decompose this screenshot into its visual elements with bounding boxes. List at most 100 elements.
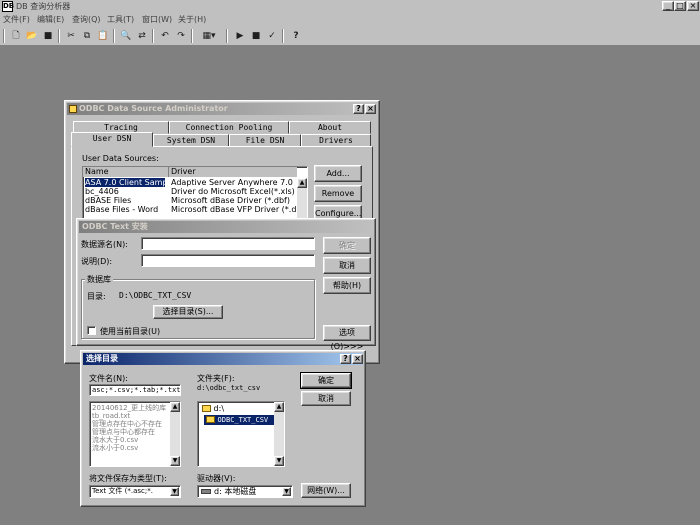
data-sources-list[interactable]: Name Driver ASA 7.0 Client Sample Adapti… (82, 166, 308, 221)
folder-name: d:\ (213, 404, 225, 413)
file-list-scrollbar[interactable]: ▲ ▼ (170, 402, 180, 466)
column-header-driver[interactable]: Driver (169, 167, 297, 177)
choose-dir-titlebar: 选择目录 (83, 353, 363, 365)
network-button[interactable]: 网络(W)... (301, 483, 351, 498)
save-icon[interactable]: ■ (41, 29, 55, 43)
close-button[interactable]: × (687, 1, 699, 11)
dsn-label: 数据源名(N): (81, 240, 128, 249)
close-button[interactable]: × (365, 104, 376, 114)
app-title: DB 查询分析器 (16, 2, 71, 11)
row-name: bc_4406 (85, 187, 119, 196)
undo-icon[interactable]: ↶ (158, 29, 172, 43)
row-driver: Adaptive Server Anywhere 7.0 (171, 178, 293, 187)
menu-file[interactable]: 文件(F) (3, 14, 30, 25)
new-document-icon[interactable]: 🗋 (9, 29, 23, 43)
list-item: 流水小于0.csv (92, 444, 139, 452)
folder-label: 文件夹(F): (197, 374, 235, 383)
list-item[interactable]: dBase Files - Word Microsoft dBase VFP D… (83, 205, 307, 214)
filename-input[interactable]: asc;*.csv;*.tab;*.txt (89, 384, 181, 396)
app-titlebar: DB DB 查询分析器 _ □ × (0, 0, 700, 13)
filetype-label: 将文件保存为类型(T): (89, 474, 167, 483)
scroll-up-icon[interactable]: ▲ (170, 402, 180, 412)
filetype-select[interactable]: Text 文件 (*.asc;*. (89, 485, 181, 498)
toolbar-separator (191, 29, 193, 43)
list-item[interactable]: ODBC_TXT_CSV (204, 415, 282, 425)
cancel-button[interactable]: 取消 (323, 257, 371, 274)
redo-icon[interactable]: ↷ (174, 29, 188, 43)
scroll-down-icon[interactable]: ▼ (274, 456, 284, 466)
paste-icon[interactable]: 📋 (96, 29, 110, 43)
menu-edit[interactable]: 编辑(E) (37, 14, 64, 25)
chevron-down-icon[interactable]: ▼ (170, 487, 179, 496)
row-name: dBASE Files (85, 196, 132, 205)
list-item[interactable]: bc_4406 Driver do Microsoft Excel(*.xls) (83, 187, 297, 196)
select-directory-button[interactable]: 选择目录(S)... (153, 305, 223, 319)
parse-icon[interactable]: ✓ (265, 29, 279, 43)
scroll-down-icon[interactable]: ▼ (170, 456, 180, 466)
help-icon[interactable]: ? (289, 29, 303, 43)
drive-select[interactable]: d: 本地磁盘 (197, 485, 293, 498)
folder-list[interactable]: d:\ ODBC_TXT_CSV ▲ ▼ (197, 401, 285, 467)
use-current-dir-checkbox[interactable] (87, 326, 96, 335)
row-driver: Microsoft dBase VFP Driver (*.dbf) (171, 205, 308, 214)
options-button[interactable]: 选项(O)>>> (323, 325, 371, 351)
choose-directory-dialog: 选择目录 ? × 文件名(N): asc;*.csv;*.tab;*.txt 2… (80, 350, 366, 507)
menu-tools[interactable]: 工具(T) (107, 14, 134, 25)
directory-label: 目录: (87, 292, 106, 301)
menu-query[interactable]: 查询(Q) (72, 14, 101, 25)
help-button[interactable]: ? (340, 354, 351, 364)
ok-button[interactable]: 确定 (300, 372, 352, 389)
open-folder-icon (202, 405, 211, 412)
app-icon: DB (2, 1, 15, 12)
minimize-button[interactable]: _ (662, 1, 674, 11)
menu-bar: 文件(F) 编辑(E) 查询(Q) 工具(T) 窗口(W) 关于(H) (0, 13, 700, 26)
list-item[interactable]: ASA 7.0 Client Sample Adaptive Server An… (83, 178, 297, 187)
ok-button[interactable]: 确定 (323, 237, 371, 254)
stop-icon[interactable]: ■ (249, 29, 263, 43)
dsn-input[interactable] (141, 237, 315, 250)
replace-icon[interactable]: ⇄ (135, 29, 149, 43)
toolbar-separator (282, 29, 284, 43)
tab-user-dsn[interactable]: User DSN (71, 132, 153, 147)
description-input[interactable] (141, 254, 315, 267)
maximize-button[interactable]: □ (674, 1, 686, 11)
remove-button[interactable]: Remove (314, 185, 362, 202)
user-data-sources-label: User Data Sources: (82, 154, 159, 163)
tab-about[interactable]: About (289, 121, 371, 134)
toolbar-grip (3, 29, 5, 43)
list-item: 20140612_更上线的库 (92, 404, 167, 412)
add-button[interactable]: Add... (314, 165, 362, 182)
cancel-button[interactable]: 取消 (301, 391, 351, 406)
help-button[interactable]: 帮助(H) (323, 277, 371, 294)
menu-window[interactable]: 窗口(W) (142, 14, 172, 25)
copy-icon[interactable]: ⧉ (80, 29, 94, 43)
scroll-up-icon[interactable]: ▲ (297, 178, 307, 188)
close-button[interactable]: × (352, 354, 363, 364)
find-icon[interactable]: 🔍 (119, 29, 133, 43)
toolbar-separator (152, 29, 154, 43)
row-name: dBase Files - Word (85, 205, 159, 214)
chevron-down-icon[interactable]: ▼ (282, 487, 291, 496)
file-list[interactable]: 20140612_更上线的库 tb_road.txt 管理点存在中心不存在 管理… (89, 401, 181, 467)
menu-about[interactable]: 关于(H) (178, 14, 206, 25)
grid-dropdown-icon[interactable]: ▦▾ (198, 29, 220, 43)
column-header-name[interactable]: Name (83, 167, 169, 177)
help-button[interactable]: ? (353, 104, 364, 114)
cut-icon[interactable]: ✂ (64, 29, 78, 43)
odbc-admin-title: ODBC Data Source Administrator (79, 104, 228, 113)
folder-list-scrollbar[interactable]: ▲ ▼ (274, 402, 284, 466)
list-scrollbar[interactable]: ▲ (297, 178, 307, 220)
open-folder-icon[interactable]: 📂 (25, 29, 39, 43)
execute-icon[interactable]: ▶ (233, 29, 247, 43)
toolbar-separator (113, 29, 115, 43)
row-driver: Microsoft dBase Driver (*.dbf) (171, 196, 290, 205)
scroll-up-icon[interactable]: ▲ (274, 402, 284, 412)
list-item: 流水大于0.csv (92, 436, 139, 444)
database-group-label: 数据库 (85, 274, 113, 285)
folder-name: ODBC_TXT_CSV (217, 416, 269, 424)
list-item[interactable]: dBASE Files Microsoft dBase Driver (*.db… (83, 196, 297, 205)
odbc-admin-titlebar: ODBC Data Source Administrator (67, 103, 377, 115)
row-driver: Driver do Microsoft Excel(*.xls) (171, 187, 295, 196)
tab-connection-pooling[interactable]: Connection Pooling (169, 121, 289, 134)
list-item[interactable]: d:\ (200, 404, 224, 414)
